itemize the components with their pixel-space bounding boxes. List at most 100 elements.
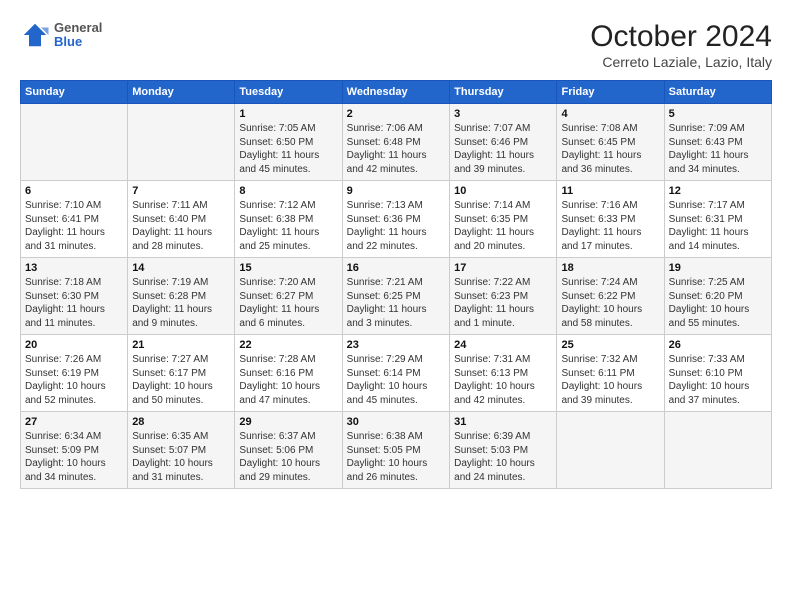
day-number: 28 — [132, 416, 230, 428]
day-info: Sunrise: 7:28 AMSunset: 6:16 PMDaylight:… — [239, 353, 337, 407]
day-number: 21 — [132, 339, 230, 351]
day-info: Sunrise: 7:09 AMSunset: 6:43 PMDaylight:… — [669, 122, 767, 176]
day-number: 3 — [454, 108, 552, 120]
day-number: 10 — [454, 185, 552, 197]
day-info: Sunrise: 7:11 AMSunset: 6:40 PMDaylight:… — [132, 199, 230, 253]
logo-text: General Blue — [54, 21, 102, 50]
day-number: 1 — [239, 108, 337, 120]
day-info: Sunrise: 7:29 AMSunset: 6:14 PMDaylight:… — [347, 353, 445, 407]
calendar-cell: 9 Sunrise: 7:13 AMSunset: 6:36 PMDaylight… — [342, 181, 449, 258]
day-number: 12 — [669, 185, 767, 197]
calendar-cell: 24 Sunrise: 7:31 AMSunset: 6:13 PMDayligh… — [450, 335, 557, 412]
day-info: Sunrise: 6:39 AMSunset: 5:03 PMDaylight:… — [454, 430, 552, 484]
day-number: 23 — [347, 339, 445, 351]
day-info: Sunrise: 7:17 AMSunset: 6:31 PMDaylight:… — [669, 199, 767, 253]
calendar-cell: 26Sunrise: 7:33 AMSunset: 6:10 PMDayligh… — [664, 335, 771, 412]
week-row-2: 13 Sunrise: 7:18 AMSunset: 6:30 PMDayligh… — [21, 258, 772, 335]
day-info: Sunrise: 7:06 AMSunset: 6:48 PMDaylight:… — [347, 122, 445, 176]
day-info: Sunrise: 7:31 AMSunset: 6:13 PMDaylight:… — [454, 353, 552, 407]
calendar-cell: 25Sunrise: 7:32 AMSunset: 6:11 PMDayligh… — [557, 335, 664, 412]
day-info: Sunrise: 7:13 AMSunset: 6:36 PMDaylight:… — [347, 199, 445, 253]
calendar-cell: 27 Sunrise: 6:34 AMSunset: 5:09 PMDayligh… — [21, 412, 128, 489]
day-info: Sunrise: 6:37 AMSunset: 5:06 PMDaylight:… — [239, 430, 337, 484]
day-info: Sunrise: 7:18 AMSunset: 6:30 PMDaylight:… — [25, 276, 123, 330]
header-cell-thursday: Thursday — [450, 81, 557, 104]
calendar-header: SundayMondayTuesdayWednesdayThursdayFrid… — [21, 81, 772, 104]
day-info: Sunrise: 7:22 AMSunset: 6:23 PMDaylight:… — [454, 276, 552, 330]
calendar-cell: 17Sunrise: 7:22 AMSunset: 6:23 PMDayligh… — [450, 258, 557, 335]
day-info: Sunrise: 7:10 AMSunset: 6:41 PMDaylight:… — [25, 199, 123, 253]
day-number: 9 — [347, 185, 445, 197]
page-header: General Blue October 2024 Cerreto Lazial… — [20, 20, 772, 70]
day-info: Sunrise: 7:07 AMSunset: 6:46 PMDaylight:… — [454, 122, 552, 176]
calendar-table: SundayMondayTuesdayWednesdayThursdayFrid… — [20, 80, 772, 489]
day-info: Sunrise: 7:21 AMSunset: 6:25 PMDaylight:… — [347, 276, 445, 330]
calendar-cell — [557, 412, 664, 489]
day-number: 11 — [561, 185, 659, 197]
calendar-cell: 30Sunrise: 6:38 AMSunset: 5:05 PMDayligh… — [342, 412, 449, 489]
calendar-cell: 7 Sunrise: 7:11 AMSunset: 6:40 PMDaylight… — [128, 181, 235, 258]
logo: General Blue — [20, 20, 102, 50]
calendar-cell: 22 Sunrise: 7:28 AMSunset: 6:16 PMDayligh… — [235, 335, 342, 412]
logo-icon — [20, 20, 50, 50]
calendar-cell: 3 Sunrise: 7:07 AMSunset: 6:46 PMDaylight… — [450, 104, 557, 181]
day-info: Sunrise: 7:12 AMSunset: 6:38 PMDaylight:… — [239, 199, 337, 253]
calendar-cell: 10Sunrise: 7:14 AMSunset: 6:35 PMDayligh… — [450, 181, 557, 258]
calendar-cell: 23 Sunrise: 7:29 AMSunset: 6:14 PMDayligh… — [342, 335, 449, 412]
title-block: October 2024 Cerreto Laziale, Lazio, Ita… — [590, 20, 772, 70]
calendar-cell — [664, 412, 771, 489]
calendar-cell: 21 Sunrise: 7:27 AMSunset: 6:17 PMDayligh… — [128, 335, 235, 412]
calendar-cell: 8 Sunrise: 7:12 AMSunset: 6:38 PMDaylight… — [235, 181, 342, 258]
calendar-cell: 6 Sunrise: 7:10 AMSunset: 6:41 PMDaylight… — [21, 181, 128, 258]
calendar-cell: 1 Sunrise: 7:05 AMSunset: 6:50 PMDaylight… — [235, 104, 342, 181]
calendar-cell: 16 Sunrise: 7:21 AMSunset: 6:25 PMDayligh… — [342, 258, 449, 335]
day-number: 24 — [454, 339, 552, 351]
day-number: 7 — [132, 185, 230, 197]
header-cell-monday: Monday — [128, 81, 235, 104]
calendar-cell: 31 Sunrise: 6:39 AMSunset: 5:03 PMDayligh… — [450, 412, 557, 489]
day-info: Sunrise: 7:16 AMSunset: 6:33 PMDaylight:… — [561, 199, 659, 253]
day-info: Sunrise: 7:05 AMSunset: 6:50 PMDaylight:… — [239, 122, 337, 176]
day-number: 5 — [669, 108, 767, 120]
calendar-cell: 12 Sunrise: 7:17 AMSunset: 6:31 PMDayligh… — [664, 181, 771, 258]
header-cell-sunday: Sunday — [21, 81, 128, 104]
calendar-cell: 19 Sunrise: 7:25 AMSunset: 6:20 PMDayligh… — [664, 258, 771, 335]
week-row-3: 20Sunrise: 7:26 AMSunset: 6:19 PMDayligh… — [21, 335, 772, 412]
calendar-cell: 11 Sunrise: 7:16 AMSunset: 6:33 PMDayligh… — [557, 181, 664, 258]
page-subtitle: Cerreto Laziale, Lazio, Italy — [590, 54, 772, 70]
week-row-1: 6 Sunrise: 7:10 AMSunset: 6:41 PMDaylight… — [21, 181, 772, 258]
day-number: 18 — [561, 262, 659, 274]
day-number: 27 — [25, 416, 123, 428]
day-number: 4 — [561, 108, 659, 120]
day-info: Sunrise: 7:25 AMSunset: 6:20 PMDaylight:… — [669, 276, 767, 330]
calendar-cell: 4Sunrise: 7:08 AMSunset: 6:45 PMDaylight… — [557, 104, 664, 181]
day-number: 22 — [239, 339, 337, 351]
week-row-4: 27 Sunrise: 6:34 AMSunset: 5:09 PMDayligh… — [21, 412, 772, 489]
day-number: 14 — [132, 262, 230, 274]
day-number: 15 — [239, 262, 337, 274]
week-row-0: 1 Sunrise: 7:05 AMSunset: 6:50 PMDaylight… — [21, 104, 772, 181]
calendar-cell: 18Sunrise: 7:24 AMSunset: 6:22 PMDayligh… — [557, 258, 664, 335]
day-number: 6 — [25, 185, 123, 197]
day-info: Sunrise: 7:32 AMSunset: 6:11 PMDaylight:… — [561, 353, 659, 407]
day-info: Sunrise: 6:34 AMSunset: 5:09 PMDaylight:… — [25, 430, 123, 484]
calendar-cell: 14Sunrise: 7:19 AMSunset: 6:28 PMDayligh… — [128, 258, 235, 335]
day-number: 31 — [454, 416, 552, 428]
day-number: 26 — [669, 339, 767, 351]
day-number: 16 — [347, 262, 445, 274]
calendar-cell: 20Sunrise: 7:26 AMSunset: 6:19 PMDayligh… — [21, 335, 128, 412]
day-number: 13 — [25, 262, 123, 274]
header-row: SundayMondayTuesdayWednesdayThursdayFrid… — [21, 81, 772, 104]
day-info: Sunrise: 6:38 AMSunset: 5:05 PMDaylight:… — [347, 430, 445, 484]
day-number: 19 — [669, 262, 767, 274]
day-info: Sunrise: 7:20 AMSunset: 6:27 PMDaylight:… — [239, 276, 337, 330]
calendar-cell: 15 Sunrise: 7:20 AMSunset: 6:27 PMDayligh… — [235, 258, 342, 335]
header-cell-tuesday: Tuesday — [235, 81, 342, 104]
calendar-cell: 13 Sunrise: 7:18 AMSunset: 6:30 PMDayligh… — [21, 258, 128, 335]
calendar-cell: 29Sunrise: 6:37 AMSunset: 5:06 PMDayligh… — [235, 412, 342, 489]
calendar-cell: 28Sunrise: 6:35 AMSunset: 5:07 PMDayligh… — [128, 412, 235, 489]
day-number: 2 — [347, 108, 445, 120]
calendar-body: 1 Sunrise: 7:05 AMSunset: 6:50 PMDaylight… — [21, 104, 772, 489]
day-info: Sunrise: 7:27 AMSunset: 6:17 PMDaylight:… — [132, 353, 230, 407]
day-number: 8 — [239, 185, 337, 197]
